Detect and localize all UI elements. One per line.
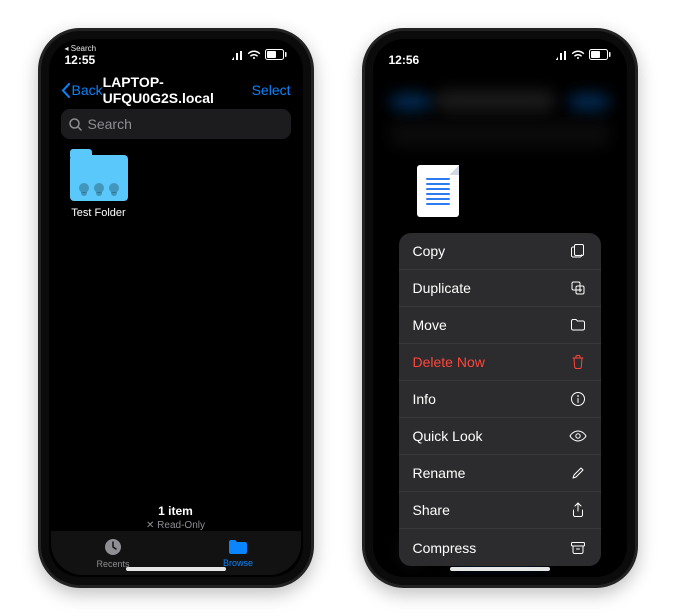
phone-frame-left: ◂ Search 12:55 Back LAPTOP-UFQU0G2S.loca… — [38, 28, 314, 588]
menu-label: Delete Now — [413, 354, 485, 370]
search-input[interactable]: Search — [61, 109, 291, 139]
duplicate-icon — [569, 279, 587, 297]
menu-quick-look[interactable]: Quick Look — [399, 418, 601, 455]
menu-label: Share — [413, 502, 450, 518]
pencil-icon — [569, 464, 587, 482]
nav-bar: Back LAPTOP-UFQU0G2S.local Select — [51, 77, 301, 107]
wifi-icon — [571, 50, 585, 60]
folder-icon — [70, 155, 128, 201]
info-icon — [569, 390, 587, 408]
search-placeholder: Search — [88, 116, 132, 132]
screen-left: ◂ Search 12:55 Back LAPTOP-UFQU0G2S.loca… — [51, 41, 301, 575]
menu-label: Copy — [413, 243, 446, 259]
tab-recents-label: Recents — [96, 559, 129, 569]
menu-label: Quick Look — [413, 428, 483, 444]
back-label: Back — [72, 82, 103, 98]
status-return[interactable]: ◂ Search — [65, 45, 97, 54]
context-menu: Copy Duplicate Move Delete Now Info Quick Loo… — [399, 233, 601, 566]
screen-right: 12:56 Copy Duplicate Move Delete Now Info Qui… — [375, 41, 625, 575]
archive-icon — [569, 539, 587, 557]
menu-move[interactable]: Move — [399, 307, 601, 344]
menu-share[interactable]: Share — [399, 492, 601, 529]
browse-icon — [228, 538, 248, 556]
menu-label: Move — [413, 317, 447, 333]
menu-rename[interactable]: Rename — [399, 455, 601, 492]
notch — [440, 41, 560, 65]
folder-label: Test Folder — [67, 207, 131, 219]
menu-delete-now[interactable]: Delete Now — [399, 344, 601, 381]
trash-icon — [569, 353, 587, 371]
back-button[interactable]: Back — [61, 82, 103, 98]
menu-copy[interactable]: Copy — [399, 233, 601, 270]
menu-label: Rename — [413, 465, 466, 481]
folder-item[interactable]: Test Folder — [67, 155, 131, 219]
readonly-label: ✕ Read-Only — [51, 520, 301, 531]
status-time: 12:56 — [389, 54, 420, 67]
home-indicator[interactable] — [126, 567, 226, 571]
phone-frame-right: 12:56 Copy Duplicate Move Delete Now Info Qui… — [362, 28, 638, 588]
folder-icon — [569, 316, 587, 334]
page-title: LAPTOP-UFQU0G2S.local — [103, 74, 252, 106]
home-indicator[interactable] — [450, 567, 550, 571]
chevron-left-icon — [61, 83, 70, 98]
notch — [116, 41, 236, 65]
menu-info[interactable]: Info — [399, 381, 601, 418]
eye-icon — [569, 427, 587, 445]
battery-icon — [265, 49, 287, 60]
menu-compress[interactable]: Compress — [399, 529, 601, 566]
battery-icon — [589, 49, 611, 60]
file-preview[interactable] — [417, 165, 459, 217]
menu-label: Compress — [413, 540, 477, 556]
footer-info: 1 item ✕ Read-Only — [51, 504, 301, 531]
menu-duplicate[interactable]: Duplicate — [399, 270, 601, 307]
wifi-icon — [247, 50, 261, 60]
clock-icon — [103, 537, 123, 557]
file-grid: Test Folder — [51, 141, 301, 233]
menu-label: Info — [413, 391, 436, 407]
search-icon — [69, 118, 82, 131]
copy-icon — [569, 242, 587, 260]
select-button[interactable]: Select — [252, 82, 291, 98]
status-time: 12:55 — [65, 54, 97, 67]
share-icon — [569, 501, 587, 519]
tab-browse-label: Browse — [223, 558, 253, 568]
item-count: 1 item — [51, 504, 301, 518]
menu-label: Duplicate — [413, 280, 471, 296]
